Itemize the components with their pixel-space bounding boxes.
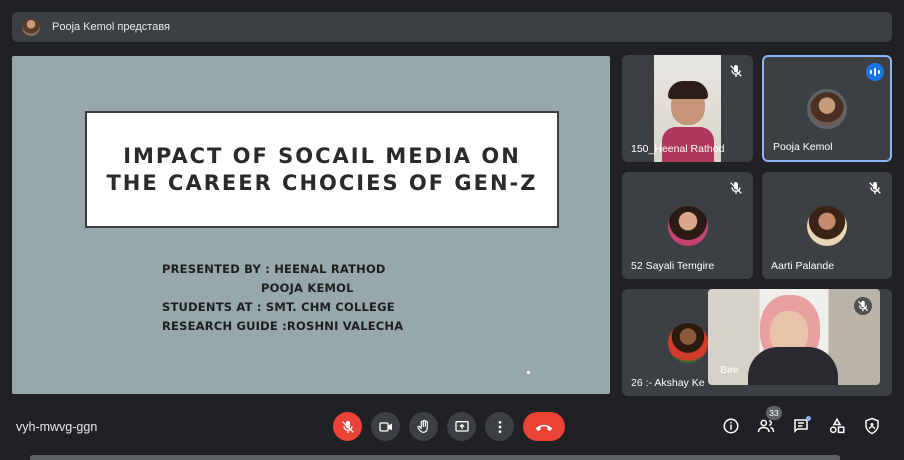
self-view-name: Вие [720, 364, 739, 376]
mic-off-icon [341, 420, 354, 433]
participant-name: 26 :- Akshay Ke [631, 377, 705, 389]
shield-icon [865, 417, 879, 435]
info-icon [723, 418, 739, 434]
camera-toggle-button[interactable] [371, 412, 400, 441]
participant-avatar [668, 323, 708, 363]
presentation-stage: IMPACT OF SOCAIL MEDIA ON THE CAREER CHO… [12, 56, 610, 394]
mic-off-icon [869, 182, 881, 194]
participant-avatar [668, 206, 708, 246]
slide-title-line-2: THE CAREER CHOCIES OF GEN-Z [106, 170, 538, 195]
presented-by-text: PRESENTED BY : HEENAL RATHOD [162, 262, 386, 276]
window-bottom-edge [30, 455, 840, 460]
mic-off-icon [854, 297, 872, 315]
slide-title-box: IMPACT OF SOCAIL MEDIA ON THE CAREER CHO… [85, 111, 559, 228]
more-vert-icon [498, 420, 501, 433]
activities-button[interactable] [827, 416, 847, 436]
hand-icon [416, 419, 428, 433]
presenter-avatar [22, 18, 40, 36]
chat-button[interactable] [791, 416, 811, 436]
participant-avatar [807, 206, 847, 246]
participant-avatar [807, 89, 847, 129]
present-screen-icon [454, 420, 469, 432]
presenter-label: Pooja Kemol представя [52, 21, 171, 33]
participant-name: 150_Heenal Rathod [631, 143, 725, 155]
leave-call-button[interactable] [523, 412, 565, 441]
meeting-details-button[interactable] [721, 416, 741, 436]
people-button[interactable] [756, 416, 776, 436]
present-screen-button[interactable] [447, 412, 476, 441]
students-at-text: STUDENTS AT : SMT. CHM COLLEGE [162, 300, 395, 314]
participant-tile-active[interactable]: Pooja Kemol [762, 55, 892, 162]
mouse-pointer [527, 371, 530, 374]
activities-icon [829, 417, 845, 434]
meeting-controls-bar: vyh-mwvg-ggn 33 [0, 400, 904, 452]
participant-tile[interactable]: Aarti Palande [762, 172, 892, 279]
participant-tile[interactable]: 150_Heenal Rathod [622, 55, 753, 162]
participant-name: 52 Sayali Temgire [631, 260, 715, 272]
host-controls-button[interactable] [862, 416, 882, 436]
meeting-code: vyh-mwvg-ggn [16, 420, 98, 434]
raise-hand-button[interactable] [409, 412, 438, 441]
second-presenter-text: POOJA KEMOL [261, 281, 354, 295]
presenting-banner[interactable]: Pooja Kemol представя [12, 12, 892, 42]
participant-name: Aarti Palande [771, 260, 835, 272]
people-icon [757, 419, 775, 433]
more-options-button[interactable] [485, 412, 514, 441]
participant-name: Pooja Kemol [773, 141, 833, 153]
chat-unread-dot [806, 416, 811, 421]
mic-off-icon [730, 65, 742, 77]
research-guide-text: RESEARCH GUIDE :ROSHNI VALECHA [162, 319, 404, 333]
self-view-tile[interactable]: Вие [708, 289, 880, 385]
slide-title-line-1: IMPACT OF SOCAIL MEDIA ON [123, 143, 521, 168]
mic-off-icon [730, 182, 742, 194]
camera-icon [378, 421, 392, 432]
participant-tile[interactable]: 52 Sayali Temgire [622, 172, 753, 279]
mic-toggle-button[interactable] [333, 412, 362, 441]
hang-up-icon [535, 424, 553, 431]
speaking-indicator-icon [866, 63, 884, 81]
